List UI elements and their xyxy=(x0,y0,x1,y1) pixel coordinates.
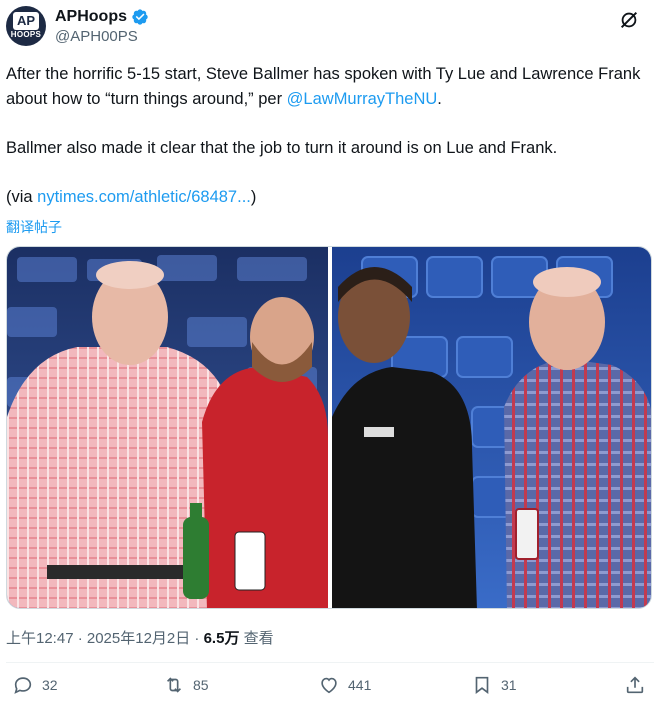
tweet-text-segment: ) xyxy=(250,188,257,206)
tweet-paragraph-2: Ballmer also made it clear that the job … xyxy=(6,139,558,157)
timestamp[interactable]: 上午12:47 · 2025年12月2日 · xyxy=(6,630,204,647)
tweet-paragraph-3: (via nytimes.com/athletic/68487...) xyxy=(6,185,646,210)
mention-link[interactable]: @LawMurrayTheNU xyxy=(287,90,438,108)
bookmark-count: 31 xyxy=(501,677,517,693)
share-icon xyxy=(626,676,644,694)
avatar-logo-hoops: HOOPS xyxy=(10,30,42,39)
tweet-header: AP HOOPS APHoops @APH00PS xyxy=(6,6,650,52)
photo-right-image xyxy=(332,247,651,608)
photo-right[interactable] xyxy=(332,247,651,608)
reply-icon xyxy=(14,677,32,694)
reply-count: 32 xyxy=(42,677,58,693)
grok-slash-icon[interactable] xyxy=(618,9,640,31)
repost-icon xyxy=(166,677,182,693)
like-count: 441 xyxy=(348,677,372,693)
name-row: APHoops xyxy=(55,8,149,26)
photo-left-image xyxy=(7,247,328,608)
verified-badge-icon xyxy=(132,9,148,25)
like-button[interactable]: 441 xyxy=(318,674,371,696)
avatar-logo-ap: AP xyxy=(13,12,39,30)
translate-post-link[interactable]: 翻译帖子 xyxy=(6,217,62,237)
heart-icon xyxy=(321,677,337,694)
bookmark-icon xyxy=(475,676,489,694)
media-grid xyxy=(6,246,652,609)
tweet-paragraph-1: After the horrific 5-15 start, Steve Bal… xyxy=(6,62,646,112)
repost-count: 85 xyxy=(193,677,209,693)
tweet-text: After the horrific 5-15 start, Steve Bal… xyxy=(6,62,646,210)
display-name[interactable]: APHoops xyxy=(55,8,127,26)
views-count: 6.5万 xyxy=(203,630,240,647)
article-link[interactable]: nytimes.com/athletic/68487... xyxy=(37,188,251,206)
tweet-text-segment: . xyxy=(437,90,442,108)
photo-left[interactable] xyxy=(7,247,328,608)
tweet-text-segment: (via xyxy=(6,188,38,206)
divider xyxy=(6,662,654,663)
reply-button[interactable]: 32 xyxy=(12,674,58,696)
bookmark-button[interactable]: 31 xyxy=(471,674,517,696)
handle[interactable]: @APH00PS xyxy=(55,28,138,45)
repost-button[interactable]: 85 xyxy=(163,674,209,696)
share-button[interactable] xyxy=(624,674,646,696)
tweet-meta: 上午12:47 · 2025年12月2日 · 6.5万 查看 xyxy=(6,627,274,648)
views-label: 查看 xyxy=(239,630,274,647)
avatar[interactable]: AP HOOPS xyxy=(6,6,46,46)
action-bar: 32 85 441 31 xyxy=(0,674,660,704)
